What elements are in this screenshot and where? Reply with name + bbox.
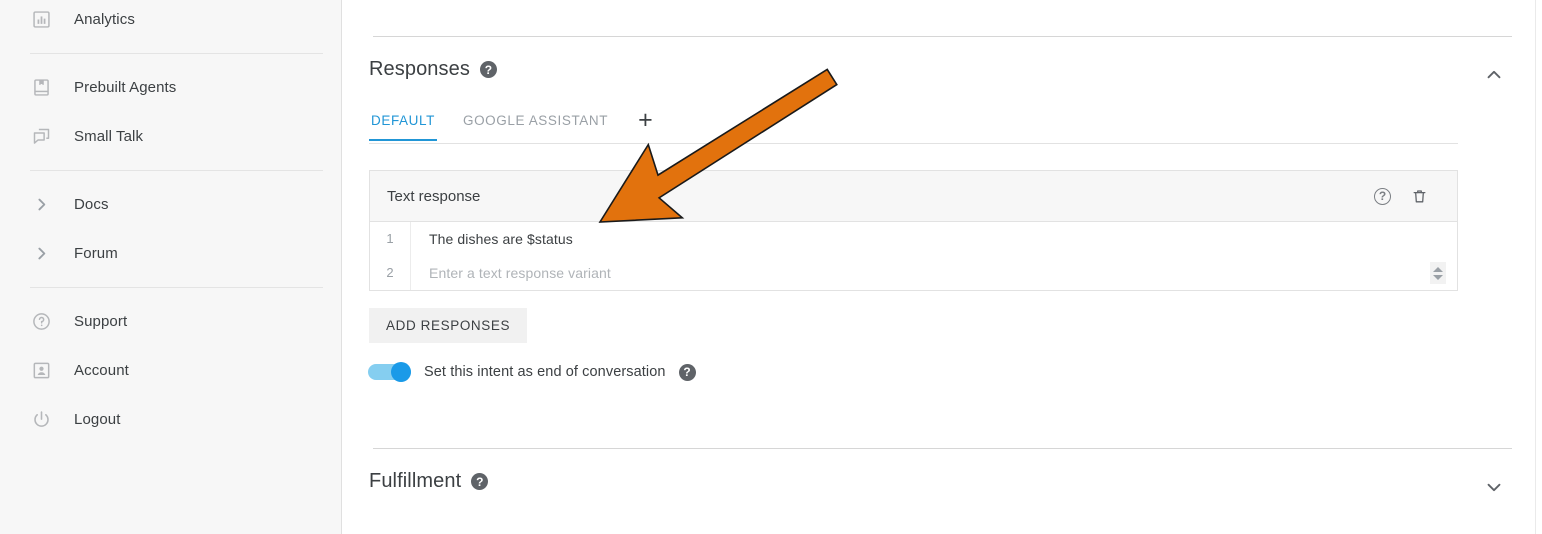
responses-tabs: DEFAULT GOOGLE ASSISTANT + <box>369 108 653 141</box>
sidebar-item-label: Support <box>74 313 128 330</box>
logout-icon <box>30 409 52 431</box>
sidebar-item-label: Small Talk <box>74 128 144 145</box>
sidebar-item-label: Forum <box>74 245 118 262</box>
text-response-card-header: Text response ? <box>370 171 1457 222</box>
account-icon <box>30 360 52 382</box>
sidebar-item-label: Analytics <box>74 11 135 28</box>
sidebar-item-support[interactable]: Support <box>0 297 341 346</box>
section-divider-bottom <box>373 448 1512 449</box>
card-actions: ? <box>1374 186 1429 206</box>
support-icon <box>30 311 52 333</box>
sidebar-item-label: Logout <box>74 411 121 428</box>
sidebar-divider <box>30 287 323 288</box>
sidebar-item-forum[interactable]: Forum <box>0 229 341 278</box>
sidebar-item-account[interactable]: Account <box>0 346 341 395</box>
end-of-conversation-toggle[interactable] <box>368 362 411 382</box>
text-response-card: Text response ? 1 The dishes are $status… <box>369 170 1458 291</box>
row-number: 1 <box>370 222 411 256</box>
window-right-edge <box>1535 0 1542 534</box>
response-variant-input[interactable]: Enter a text response variant <box>411 265 611 281</box>
help-icon[interactable]: ? <box>1374 187 1391 205</box>
end-of-conversation-label: Set this intent as end of conversation <box>424 364 666 380</box>
sidebar-item-label: Account <box>74 362 129 379</box>
sidebar-divider <box>30 170 323 171</box>
end-of-conversation-row: Set this intent as end of conversation ? <box>368 362 696 382</box>
row-reorder-stepper[interactable] <box>1430 262 1446 284</box>
sidebar-item-label: Docs <box>74 196 109 213</box>
text-response-title: Text response <box>387 187 481 205</box>
help-icon[interactable]: ? <box>678 363 696 381</box>
sidebar-item-prebuilt-agents[interactable]: Prebuilt Agents <box>0 63 341 112</box>
tabs-underline <box>369 143 1458 144</box>
page-title: Responses <box>369 58 470 80</box>
sidebar-item-logout[interactable]: Logout <box>0 395 341 444</box>
section-divider-top <box>373 36 1512 37</box>
sidebar-item-docs[interactable]: Docs <box>0 180 341 229</box>
row-number: 2 <box>370 256 411 290</box>
add-tab-button[interactable]: + <box>638 108 653 133</box>
responses-collapse-button[interactable] <box>1477 58 1511 92</box>
fulfillment-title: Fulfillment <box>369 470 462 492</box>
help-icon[interactable]: ? <box>479 61 497 78</box>
sidebar-divider <box>30 53 323 54</box>
table-row[interactable]: 2 Enter a text response variant <box>370 256 1457 290</box>
app-window: History Analytics P <box>0 0 1542 534</box>
text-response-rows: 1 The dishes are $status 2 Enter a text … <box>370 222 1457 290</box>
help-icon[interactable]: ? <box>471 473 489 490</box>
chevron-right-icon <box>30 194 52 216</box>
stepper-up-icon <box>1433 266 1443 272</box>
table-row[interactable]: 1 The dishes are $status <box>370 222 1457 256</box>
tab-default[interactable]: DEFAULT <box>369 113 437 141</box>
sidebar-item-label: Prebuilt Agents <box>74 79 177 96</box>
main-content: Responses ? DEFAULT GOOGLE ASSISTANT + T… <box>342 0 1542 534</box>
toggle-thumb <box>391 362 411 382</box>
analytics-icon <box>30 9 52 31</box>
sidebar: History Analytics P <box>0 0 342 534</box>
tab-google-assistant[interactable]: GOOGLE ASSISTANT <box>461 113 610 139</box>
stepper-down-icon <box>1433 274 1443 280</box>
response-variant-input[interactable]: The dishes are $status <box>411 231 573 247</box>
prebuilt-agents-icon <box>30 77 52 99</box>
sidebar-item-small-talk[interactable]: Small Talk <box>0 112 341 161</box>
fulfillment-section-header: Fulfillment ? <box>369 470 489 493</box>
responses-section-header: Responses ? <box>369 58 497 81</box>
add-responses-button[interactable]: ADD RESPONSES <box>369 308 528 343</box>
trash-icon[interactable] <box>1409 186 1429 206</box>
chevron-right-icon <box>30 243 52 265</box>
small-talk-icon <box>30 126 52 148</box>
fulfillment-expand-button[interactable] <box>1477 470 1511 504</box>
sidebar-item-analytics[interactable]: Analytics <box>0 0 341 44</box>
